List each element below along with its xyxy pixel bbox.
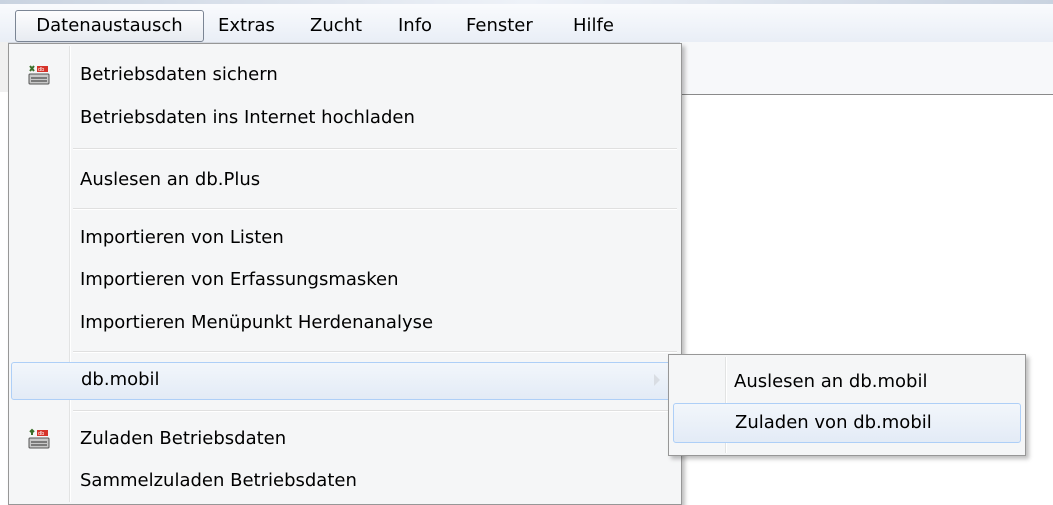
save-data-icon: db xyxy=(28,65,50,85)
menu-item-sammelzuladen-betriebsdaten[interactable]: Sammelzuladen Betriebsdaten xyxy=(11,464,677,498)
menu-separator xyxy=(73,351,677,353)
menu-item-importieren-erfassungsmasken[interactable]: Importieren von Erfassungsmasken xyxy=(11,263,677,297)
datenaustausch-dropdown: db Betriebsdaten sichern Betriebsdaten i… xyxy=(8,43,682,505)
menu-extras[interactable]: Extras xyxy=(218,11,275,41)
menu-separator xyxy=(73,208,677,210)
menu-item-betriebsdaten-sichern[interactable]: db Betriebsdaten sichern xyxy=(11,58,677,92)
menu-bar: Datenaustausch Extras Zucht Info Fenster… xyxy=(0,0,1053,43)
submenu-arrow-icon xyxy=(654,374,660,386)
menu-separator xyxy=(73,148,677,150)
svg-text:db: db xyxy=(38,67,44,73)
submenu-item-label: Auslesen an db.mobil xyxy=(734,371,928,392)
menu-item-label: Auslesen an db.Plus xyxy=(80,169,261,190)
menu-hilfe[interactable]: Hilfe xyxy=(573,11,614,41)
menu-info[interactable]: Info xyxy=(398,11,432,41)
menu-item-db-mobil[interactable]: db.mobil xyxy=(11,362,679,400)
toolbar-area xyxy=(680,42,1053,95)
menu-item-label: Importieren von Erfassungsmasken xyxy=(80,269,399,290)
menu-item-label: Betriebsdaten sichern xyxy=(80,64,278,85)
menu-item-auslesen-db-plus[interactable]: Auslesen an db.Plus xyxy=(11,163,677,197)
submenu-item-label: Zuladen von db.mobil xyxy=(735,412,932,433)
menu-datenaustausch[interactable]: Datenaustausch xyxy=(15,10,204,42)
menu-item-label: db.mobil xyxy=(81,369,160,390)
submenu-item-auslesen-db-mobil[interactable]: Auslesen an db.mobil xyxy=(673,363,1019,401)
menu-item-betriebsdaten-hochladen[interactable]: Betriebsdaten ins Internet hochladen xyxy=(11,101,677,135)
window-left-edge xyxy=(0,42,8,92)
menu-item-importieren-herdenanalyse[interactable]: Importieren Menüpunkt Herdenanalyse xyxy=(11,306,677,340)
menu-fenster[interactable]: Fenster xyxy=(466,11,533,41)
menu-item-importieren-listen[interactable]: Importieren von Listen xyxy=(11,221,677,255)
menu-item-label: Betriebsdaten ins Internet hochladen xyxy=(80,107,415,128)
menu-item-label: Zuladen Betriebsdaten xyxy=(80,428,287,449)
menu-separator xyxy=(73,410,677,412)
svg-text:db: db xyxy=(38,431,44,437)
menu-item-zuladen-betriebsdaten[interactable]: db Zuladen Betriebsdaten xyxy=(11,422,677,456)
menu-item-label: Importieren von Listen xyxy=(80,227,284,248)
menu-item-label: Importieren Menüpunkt Herdenanalyse xyxy=(80,312,434,333)
submenu-item-zuladen-db-mobil[interactable]: Zuladen von db.mobil xyxy=(673,403,1021,443)
load-data-icon: db xyxy=(28,428,50,449)
menu-zucht[interactable]: Zucht xyxy=(310,11,362,41)
db-mobil-submenu: Auslesen an db.mobil Zuladen von db.mobi… xyxy=(668,354,1026,456)
menu-item-label: Sammelzuladen Betriebsdaten xyxy=(80,470,357,491)
window-top-edge xyxy=(0,0,1053,4)
